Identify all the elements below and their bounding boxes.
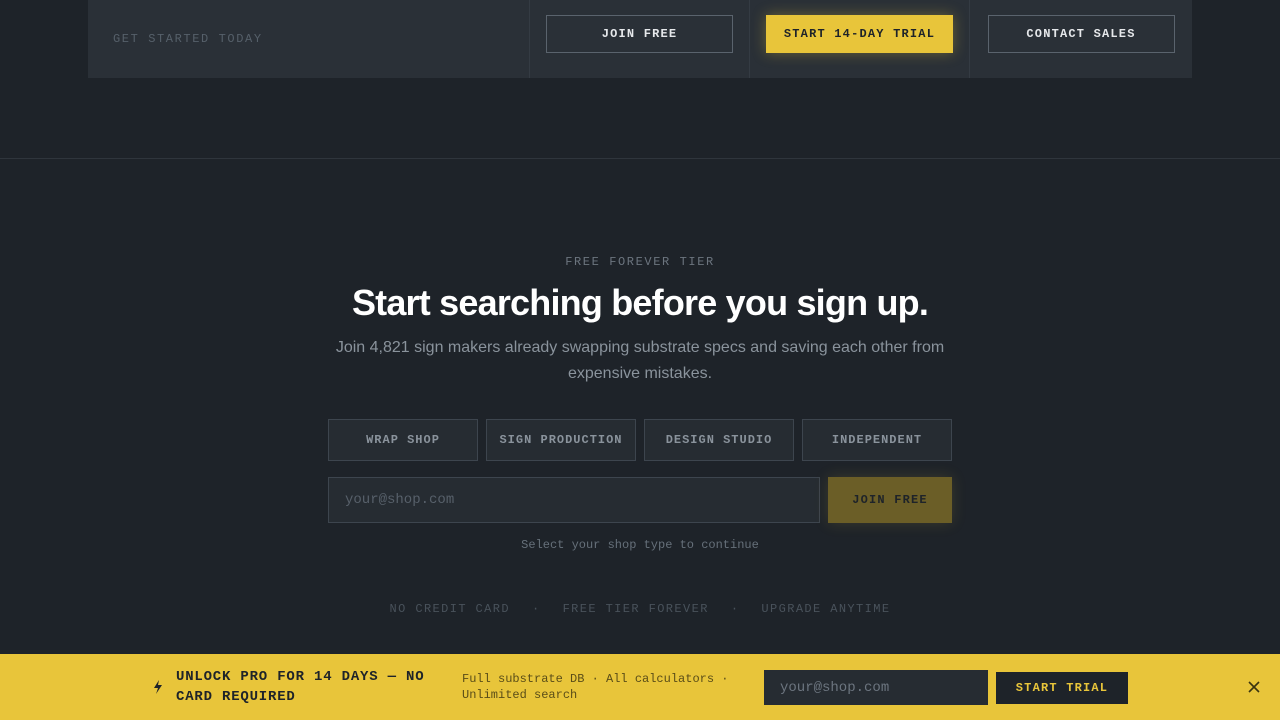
join-free-cell: JOIN FREE — [530, 0, 750, 78]
shop-type-sign-production[interactable]: SIGN PRODUCTION — [486, 419, 636, 461]
shop-type-design-studio[interactable]: DESIGN STUDIO — [644, 419, 794, 461]
contact-sales-cell: CONTACT SALES — [970, 0, 1192, 78]
shop-type-hint: Select your shop type to continue — [521, 538, 759, 552]
join-free-submit-button[interactable]: JOIN FREE — [828, 477, 952, 523]
email-input[interactable] — [328, 477, 820, 523]
assurance-free-tier: FREE TIER FOREVER — [562, 602, 709, 616]
lightning-bolt-icon — [154, 680, 162, 694]
start-trial-button[interactable]: START 14-DAY TRIAL — [766, 15, 953, 53]
start-trial-cell: START 14-DAY TRIAL — [750, 0, 970, 78]
shop-type-independent[interactable]: INDEPENDENT — [802, 419, 952, 461]
close-icon[interactable] — [1246, 679, 1262, 695]
assurance-upgrade-anytime: UPGRADE ANYTIME — [761, 602, 891, 616]
section-divider — [0, 158, 1280, 159]
assurance-list: NO CREDIT CARD · FREE TIER FOREVER · UPGRADE… — [0, 602, 1280, 616]
promo-email-input[interactable] — [764, 670, 988, 705]
join-free-button[interactable]: JOIN FREE — [546, 15, 733, 53]
start-trial-promo-button[interactable]: START TRIAL — [996, 672, 1128, 704]
promo-features: Full substrate DB · All calculators · Un… — [462, 672, 729, 702]
assurance-separator: · — [730, 602, 740, 616]
signup-form: JOIN FREE — [328, 477, 952, 523]
signup-subtext: Join 4,821 sign makers already swapping … — [335, 339, 945, 382]
top-cta-band: GET STARTED TODAY JOIN FREE START 14-DAY… — [88, 0, 1192, 78]
shop-type-wrap-shop[interactable]: WRAP SHOP — [328, 419, 478, 461]
get-started-label: GET STARTED TODAY — [113, 32, 263, 46]
page-title: Start searching before you sign up. — [351, 282, 929, 323]
shop-type-selector: WRAP SHOP SIGN PRODUCTION DESIGN STUDIO … — [328, 419, 952, 461]
assurance-separator: · — [531, 602, 541, 616]
eyebrow-label: FREE FOREVER TIER — [565, 255, 715, 269]
promo-title: UNLOCK PRO FOR 14 DAYS — NO CARD REQUIRE… — [176, 669, 425, 705]
top-cta-label-cell: GET STARTED TODAY — [88, 0, 530, 78]
assurance-no-credit-card: NO CREDIT CARD — [389, 602, 510, 616]
contact-sales-button[interactable]: CONTACT SALES — [987, 15, 1175, 53]
promo-bar: UNLOCK PRO FOR 14 DAYS — NO CARD REQUIRE… — [0, 654, 1280, 720]
